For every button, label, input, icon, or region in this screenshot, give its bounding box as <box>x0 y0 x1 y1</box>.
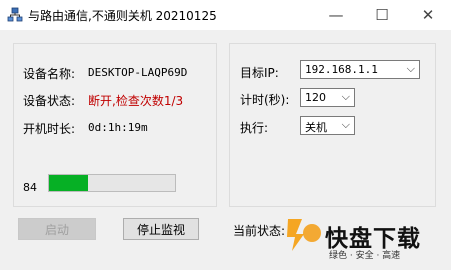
action-label: 执行: <box>240 121 269 135</box>
start-button[interactable]: 启动 <box>18 218 96 240</box>
device-status-label: 设备状态: <box>23 94 76 108</box>
timer-label: 计时(秒): <box>240 93 290 107</box>
chevron-down-icon: ⌵ <box>341 118 350 131</box>
watermark: 快盘下载 绿色 · 安全 · 高速 <box>282 215 451 270</box>
target-ip-select[interactable]: 192.168.1.1 ⌵ <box>300 60 420 79</box>
target-ip-label: 目标IP: <box>240 66 279 80</box>
chevron-down-icon: ⌵ <box>341 90 350 103</box>
minimize-button[interactable]: — <box>313 0 359 30</box>
device-name-value: DESKTOP-LAQP69D <box>88 66 188 79</box>
action-select[interactable]: 关机 ⌵ <box>300 116 355 135</box>
timer-select[interactable]: 120 ⌵ <box>300 88 355 107</box>
progress-fill <box>49 175 89 191</box>
window-title: 与路由通信,不通则关机 20210125 <box>28 9 217 23</box>
device-status-value: 断开,检查次数1/3 <box>88 94 184 108</box>
uptime-value: 0d:1h:19m <box>88 121 148 134</box>
current-status-label: 当前状态: <box>233 224 286 238</box>
watermark-subtext: 绿色 · 安全 · 高速 <box>329 251 401 261</box>
maximize-button[interactable]: ☐ <box>359 0 405 30</box>
network-icon <box>7 7 23 22</box>
chevron-down-icon: ⌵ <box>406 62 415 75</box>
close-button[interactable]: ✕ <box>405 0 451 30</box>
progress-bar <box>48 174 176 192</box>
action-value: 关机 <box>305 121 327 134</box>
progress-value: 84 <box>23 181 37 194</box>
uptime-label: 开机时长: <box>23 122 76 136</box>
watermark-logo-icon <box>287 219 321 251</box>
timer-value: 120 <box>305 91 326 104</box>
target-ip-value: 192.168.1.1 <box>305 63 378 76</box>
title-bar: 与路由通信,不通则关机 20210125 — ☐ ✕ <box>0 0 451 30</box>
device-name-label: 设备名称: <box>23 67 76 81</box>
stop-monitor-button[interactable]: 停止监视 <box>123 218 199 240</box>
